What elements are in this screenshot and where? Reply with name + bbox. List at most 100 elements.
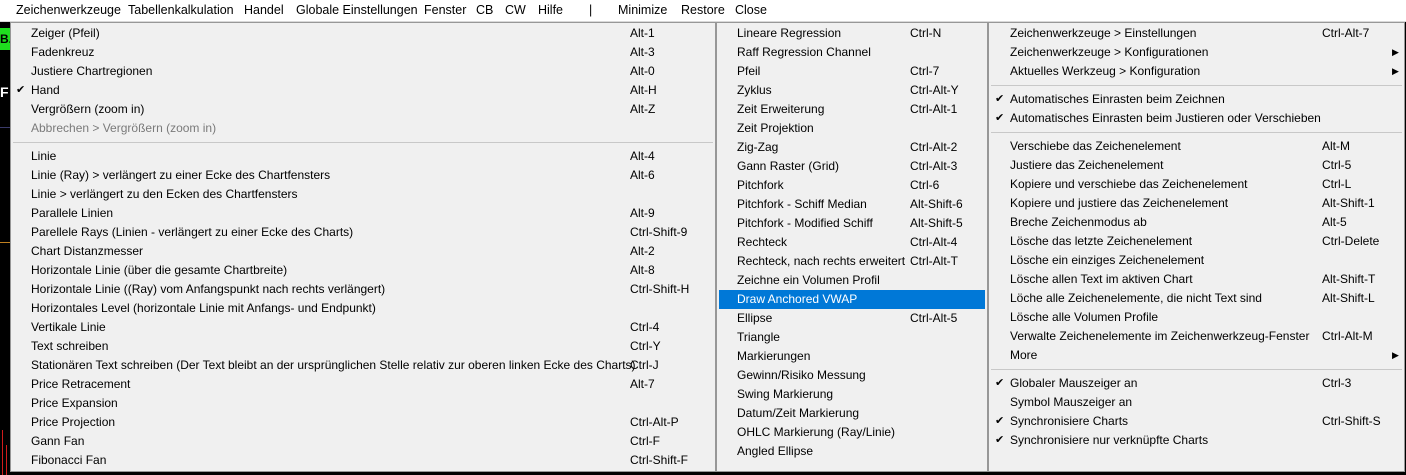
menu-item-linie-ecken[interactable]: Linie > verlängert zu den Ecken des Char…	[11, 185, 715, 204]
menu-item-verschiebe-zeichenelement[interactable]: Verschiebe das Zeichenelement Alt-M	[989, 137, 1404, 156]
menu-item-rechteck-erweitert[interactable]: Rechteck, nach rechts erweitert Ctrl-Alt-…	[717, 252, 987, 271]
menubar-separator: |	[589, 3, 593, 17]
chart-gridline	[0, 242, 10, 243]
menu-item-vergroessern[interactable]: Vergrößern (zoom in) Alt-Z	[11, 100, 715, 119]
menubar-item-zeichenwerkzeuge[interactable]: Zeichenwerkzeuge	[16, 3, 121, 18]
menu-item-zeichenwerkzeuge-konfigurationen[interactable]: Zeichenwerkzeuge > Konfigurationen ▶	[989, 43, 1404, 62]
menu-item-linie-ray[interactable]: Linie (Ray) > verlängert zu einer Ecke d…	[11, 166, 715, 185]
menu-item-vertikale-linie[interactable]: Vertikale Linie Ctrl-4	[11, 318, 715, 337]
menu-item-more[interactable]: More ▶	[989, 346, 1404, 365]
menu-item-loesche-einziges[interactable]: Lösche ein einziges Zeichenelement	[989, 251, 1404, 270]
chart-candle	[6, 445, 7, 475]
menu-item-hand[interactable]: ✔ Hand Alt-H	[11, 81, 715, 100]
menu-item-einrasten-zeichnen[interactable]: ✔ Automatisches Einrasten beim Zeichnen	[989, 90, 1404, 109]
menu-item-volumen-profil[interactable]: Zeichne ein Volumen Profil	[717, 271, 987, 290]
menu-item-parallele-linien[interactable]: Parallele Linien Alt-9	[11, 204, 715, 223]
dropdown-menu-drawing-tools: Zeiger (Pfeil) Alt-1 Fadenkreuz Alt-3 Just…	[10, 22, 716, 472]
menu-item-horizontale-linie-ray[interactable]: Horizontale Linie ((Ray) vom Anfangspunk…	[11, 280, 715, 299]
menu-item-fibonacci-fan[interactable]: Fibonacci Fan Ctrl-Shift-F	[11, 451, 715, 470]
dropdown-menu-drawing-tools-column-2: Lineare Regression Ctrl-N Raff Regression…	[716, 22, 988, 472]
menu-item-linie[interactable]: Linie Alt-4	[11, 147, 715, 166]
chart-label-tag: F	[0, 84, 9, 100]
menu-item-rechteck[interactable]: Rechteck Ctrl-Alt-4	[717, 233, 987, 252]
menu-item-zyklus[interactable]: Zyklus Ctrl-Alt-Y	[717, 81, 987, 100]
submenu-arrow-icon: ▶	[1392, 350, 1399, 360]
menu-item-pitchfork[interactable]: Pitchfork Ctrl-6	[717, 176, 987, 195]
menu-item-datum-zeit-markierung[interactable]: Datum/Zeit Markierung	[717, 404, 987, 423]
menu-item-loesche-nicht-text[interactable]: Löche alle Zeichenelemente, die nicht Te…	[989, 289, 1404, 308]
menu-item-kopiere-justiere[interactable]: Kopiere und justiere das Zeichenelement A…	[989, 194, 1404, 213]
menu-item-zeit-erweiterung[interactable]: Zeit Erweiterung Ctrl-Alt-1	[717, 100, 987, 119]
checkmark-icon: ✔	[995, 415, 1005, 427]
menu-item-lineare-regression[interactable]: Lineare Regression Ctrl-N	[717, 24, 987, 43]
menubar-item-tabellenkalkulation[interactable]: Tabellenkalkulation	[128, 3, 234, 18]
menubar-item-hilfe[interactable]: Hilfe	[538, 3, 563, 18]
menu-item-chart-distanzmesser[interactable]: Chart Distanzmesser Alt-2	[11, 242, 715, 261]
menu-item-loesche-letzte[interactable]: Lösche das letzte Zeichenelement Ctrl-Del…	[989, 232, 1404, 251]
menu-item-ohlc-markierung[interactable]: OHLC Markierung (Ray/Linie)	[717, 423, 987, 442]
menu-item-zeichenwerkzeuge-einstellungen[interactable]: Zeichenwerkzeuge > Einstellungen Ctrl-Alt…	[989, 24, 1404, 43]
menu-item-loesche-allen-text[interactable]: Lösche allen Text im aktiven Chart Alt-Sh…	[989, 270, 1404, 289]
checkmark-icon: ✔	[995, 112, 1005, 124]
menu-item-zeiger[interactable]: Zeiger (Pfeil) Alt-1	[11, 24, 715, 43]
menu-item-ellipse[interactable]: Ellipse Ctrl-Alt-5	[717, 309, 987, 328]
menu-item-price-projection[interactable]: Price Projection Ctrl-Alt-P	[11, 413, 715, 432]
menu-item-horizontale-linie[interactable]: Horizontale Linie (über die gesamte Char…	[11, 261, 715, 280]
menu-item-pitchfork-modified-schiff[interactable]: Pitchfork - Modified Schiff Alt-Shift-5	[717, 214, 987, 233]
menu-item-price-retracement[interactable]: Price Retracement Alt-7	[11, 375, 715, 394]
menu-item-angled-ellipse[interactable]: Angled Ellipse	[717, 442, 987, 461]
submenu-arrow-icon: ▶	[1392, 47, 1399, 57]
menu-separator	[991, 85, 1402, 86]
menu-item-einrasten-justieren[interactable]: ✔ Automatisches Einrasten beim Justieren …	[989, 109, 1404, 128]
checkmark-icon: ✔	[995, 434, 1005, 446]
menu-item-stationaeren-text[interactable]: Stationären Text schreiben (Der Text ble…	[11, 356, 715, 375]
checkmark-icon: ✔	[995, 93, 1005, 105]
menu-item-parallele-rays[interactable]: Parellele Rays (Linien - verlängert zu e…	[11, 223, 715, 242]
menubar-item-close[interactable]: Close	[735, 3, 767, 18]
menubar-item-fenster[interactable]: Fenster	[424, 3, 466, 18]
menu-item-kopiere-verschiebe[interactable]: Kopiere und verschiebe das Zeichenelemen…	[989, 175, 1404, 194]
menubar-item-cw[interactable]: CW	[505, 3, 526, 18]
menu-item-globaler-mauszeiger[interactable]: ✔ Globaler Mauszeiger an Ctrl-3	[989, 374, 1404, 393]
submenu-arrow-icon: ▶	[1392, 66, 1399, 76]
menubar-item-restore[interactable]: Restore	[681, 3, 725, 18]
chart-price-tag: B.	[0, 28, 10, 50]
menu-item-pitchfork-schiff-median[interactable]: Pitchfork - Schiff Median Alt-Shift-6	[717, 195, 987, 214]
menu-item-aktuelles-werkzeug-konfiguration[interactable]: Aktuelles Werkzeug > Konfiguration ▶	[989, 62, 1404, 81]
checkmark-icon: ✔	[995, 377, 1005, 389]
menu-item-price-expansion[interactable]: Price Expansion	[11, 394, 715, 413]
menu-item-gann-fan[interactable]: Gann Fan Ctrl-F	[11, 432, 715, 451]
menu-item-zig-zag[interactable]: Zig-Zag Ctrl-Alt-2	[717, 138, 987, 157]
chart-candle	[2, 430, 3, 475]
menu-separator	[991, 132, 1402, 133]
checkmark-icon: ✔	[16, 84, 26, 96]
menu-item-gewinn-risiko[interactable]: Gewinn/Risiko Messung	[717, 366, 987, 385]
menu-item-gann-raster[interactable]: Gann Raster (Grid) Ctrl-Alt-3	[717, 157, 987, 176]
menu-item-raff-regression[interactable]: Raff Regression Channel	[717, 43, 987, 62]
menubar-item-minimize[interactable]: Minimize	[618, 3, 667, 18]
menu-item-horizontales-level[interactable]: Horizontales Level (horizontale Linie mi…	[11, 299, 715, 318]
menu-item-triangle[interactable]: Triangle	[717, 328, 987, 347]
menu-item-zeit-projektion[interactable]: Zeit Projektion	[717, 119, 987, 138]
menu-item-markierungen[interactable]: Markierungen	[717, 347, 987, 366]
menu-item-loesche-volumen-profile[interactable]: Lösche alle Volumen Profile	[989, 308, 1404, 327]
menu-item-pfeil[interactable]: Pfeil Ctrl-7	[717, 62, 987, 81]
menubar-item-cb[interactable]: CB	[476, 3, 493, 18]
menu-item-fadenkreuz[interactable]: Fadenkreuz Alt-3	[11, 43, 715, 62]
menu-bar: Zeichenwerkzeuge Tabellenkalkulation Han…	[0, 0, 1406, 22]
menu-item-synchronisiere-verknuepfte[interactable]: ✔ Synchronisiere nur verknüpfte Charts	[989, 431, 1404, 450]
menu-item-synchronisiere-charts[interactable]: ✔ Synchronisiere Charts Ctrl-Shift-S	[989, 412, 1404, 431]
menu-separator	[991, 369, 1402, 370]
menu-item-text-schreiben[interactable]: Text schreiben Ctrl-Y	[11, 337, 715, 356]
menubar-item-handel[interactable]: Handel	[244, 3, 284, 18]
menu-item-swing-markierung[interactable]: Swing Markierung	[717, 385, 987, 404]
menu-item-justiere-chartregionen[interactable]: Justiere Chartregionen Alt-0	[11, 62, 715, 81]
menu-item-symbol-mauszeiger[interactable]: Symbol Mauszeiger an	[989, 393, 1404, 412]
menu-item-draw-anchored-vwap[interactable]: Draw Anchored VWAP	[719, 290, 985, 309]
chart-gridline	[0, 127, 10, 128]
menu-item-justiere-zeichenelement[interactable]: Justiere das Zeichenelement Ctrl-5	[989, 156, 1404, 175]
menubar-item-globale-einstellungen[interactable]: Globale Einstellungen	[296, 3, 418, 18]
menu-separator	[13, 142, 713, 143]
menu-item-verwalte-zeichenelemente[interactable]: Verwalte Zeichenelemente im Zeichenwerkz…	[989, 327, 1404, 346]
menu-item-breche-zeichenmodus-ab[interactable]: Breche Zeichenmodus ab Alt-5	[989, 213, 1404, 232]
